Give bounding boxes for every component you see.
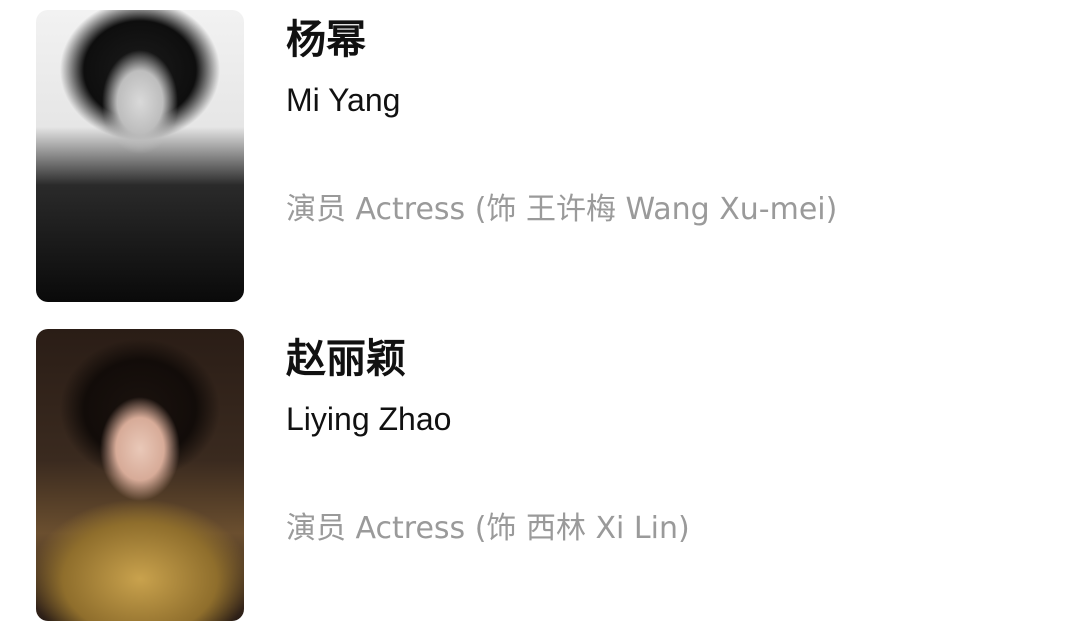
cast-list: 杨幂 Mi Yang 演员 Actress (饰 王许梅 Wang Xu-mei…: [0, 0, 1080, 625]
actor-name-chinese: 杨幂: [286, 17, 366, 63]
actor-name-english: Liying Zhao: [286, 401, 452, 437]
cast-row-liying-zhao[interactable]: 赵丽颖 Liying Zhao 演员 Actress (饰 西林 Xi Lin): [0, 329, 1080, 621]
actor-name-english: Mi Yang: [286, 82, 401, 118]
actor-photo[interactable]: [36, 10, 244, 302]
actor-role: 演员 Actress (饰 西林 Xi Lin): [286, 511, 690, 546]
actor-photo[interactable]: [36, 329, 244, 621]
cast-row-mi-yang[interactable]: 杨幂 Mi Yang 演员 Actress (饰 王许梅 Wang Xu-mei…: [0, 10, 1080, 302]
actor-name-chinese: 赵丽颖: [286, 336, 406, 382]
actor-role: 演员 Actress (饰 王许梅 Wang Xu-mei): [286, 192, 838, 227]
